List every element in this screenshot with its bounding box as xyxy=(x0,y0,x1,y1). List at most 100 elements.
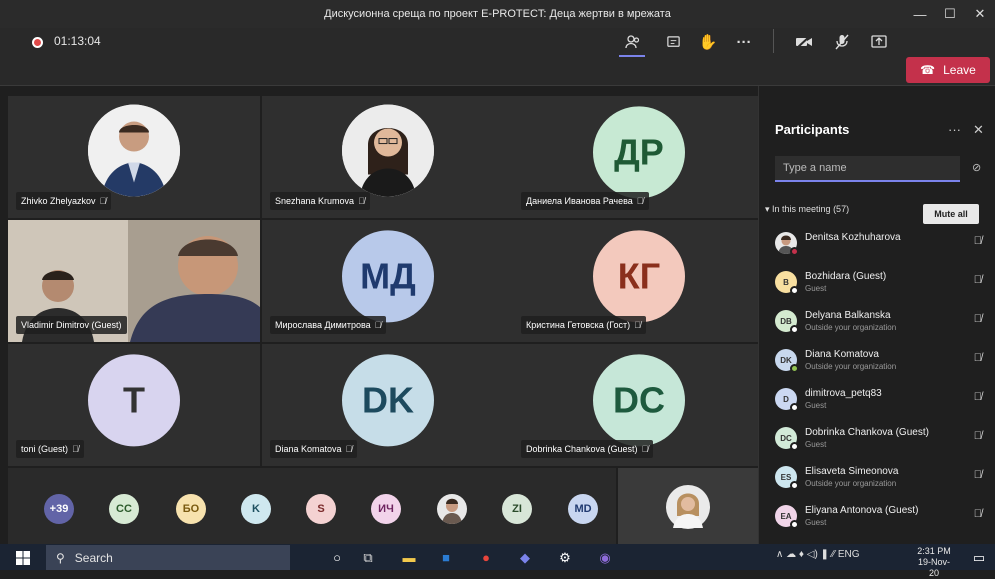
avatar: DC xyxy=(593,354,685,447)
participant-tile[interactable]: Snezhana Krumova 🎙̸ xyxy=(262,96,514,218)
avatar: T xyxy=(88,354,180,447)
avatar: КГ xyxy=(593,230,685,323)
minimize-button[interactable]: — xyxy=(905,0,935,28)
mic-off-icon: 🎙̸ xyxy=(374,320,382,330)
participant-photo xyxy=(342,104,434,197)
search-icon: ⚲ xyxy=(56,550,65,565)
mic-off-icon: 🎙̸ xyxy=(72,444,79,454)
active-tab-indicator xyxy=(619,55,645,57)
viber-icon[interactable]: ◉ xyxy=(596,549,614,566)
participant-chip[interactable]: MD xyxy=(568,494,598,524)
windows-start-icon[interactable] xyxy=(14,549,32,566)
participant-row[interactable]: D dimitrova_petq83 Guest 🎙̸ xyxy=(775,382,990,418)
participant-tile[interactable]: DC Dobrinka Chankova (Guest) 🎙̸ xyxy=(513,344,765,466)
mic-off-icon: 🎙̸ xyxy=(973,352,982,364)
file-explorer-icon[interactable]: ▬ xyxy=(400,549,418,566)
mic-off-icon: 🎙̸ xyxy=(973,391,982,403)
name-tag: Snezhana Krumova 🎙̸ xyxy=(270,192,370,210)
participant-row[interactable]: DC Dobrinka Chankova (Guest) Guest 🎙̸ xyxy=(775,421,990,457)
notification-icon[interactable]: ▭ xyxy=(970,549,988,566)
participant-tile[interactable]: T toni (Guest) 🎙̸ xyxy=(8,344,260,466)
participant-photo-chip[interactable] xyxy=(437,494,467,524)
presence-icon xyxy=(790,442,799,451)
panel-close-button[interactable]: ✕ xyxy=(973,122,984,138)
mic-off-icon: 🎙̸ xyxy=(345,444,353,454)
mic-off-icon: 🎙̸ xyxy=(634,320,641,330)
name-tag: Кристина Гетовска (Гост) 🎙̸ xyxy=(521,316,646,334)
mic-off-icon: 🎙̸ xyxy=(358,196,365,206)
raise-hand-icon[interactable]: ✋ xyxy=(697,30,719,54)
presence-busy-icon xyxy=(790,247,799,256)
outlook-icon[interactable]: ■ xyxy=(437,549,455,566)
name-tag: Мирослава Димитрова 🎙̸ xyxy=(270,316,387,334)
name-tag: Zhivko Zhelyazkov 🎙̸ xyxy=(16,192,112,210)
camera-off-icon[interactable] xyxy=(791,30,817,54)
window-title: Дискусионна среща по проект E-PROTECT: Д… xyxy=(324,8,671,20)
participant-row[interactable]: DK Diana Komatova Outside your organizat… xyxy=(775,343,990,379)
taskbar-clock[interactable]: 2:31 PM 19-Nov-20 xyxy=(914,546,954,579)
cortana-icon[interactable]: ○ xyxy=(328,549,346,566)
participant-row[interactable]: Denitsa Kozhuharova 🎙̸ xyxy=(775,226,990,262)
participant-search-input[interactable]: Type a name xyxy=(775,156,960,182)
presence-icon xyxy=(790,325,799,334)
maximize-button[interactable]: ☐ xyxy=(935,0,965,28)
participant-chip[interactable]: S xyxy=(306,494,336,524)
participant-row[interactable]: DB Delyana Balkanska Outside your organi… xyxy=(775,304,990,340)
mic-off-icon: 🎙̸ xyxy=(973,430,982,442)
panel-title: Participants xyxy=(775,122,850,137)
close-window-button[interactable]: ✕ xyxy=(965,0,995,28)
participants-icon[interactable] xyxy=(622,30,644,54)
more-actions-icon[interactable]: ··· xyxy=(733,30,755,54)
leave-button[interactable]: ☎ Leave xyxy=(906,57,990,83)
task-view-icon[interactable]: ⧉ xyxy=(359,549,377,566)
presence-available-icon xyxy=(790,364,799,373)
participant-tile[interactable]: МД Мирослава Димитрова 🎙̸ xyxy=(262,220,514,342)
avatar: DK xyxy=(342,354,434,447)
participant-row[interactable]: B Bozhidara (Guest) Guest 🎙̸ xyxy=(775,265,990,301)
participant-chip[interactable]: K xyxy=(241,494,271,524)
chrome-icon[interactable]: ● xyxy=(477,549,495,566)
participant-chip[interactable]: CC xyxy=(109,494,139,524)
teams-icon[interactable]: ◆ xyxy=(516,549,534,566)
meeting-timer: 01:13:04 xyxy=(54,34,101,48)
mic-off-icon: 🎙̸ xyxy=(641,444,649,454)
settings-gear-icon[interactable]: ⚙ xyxy=(556,549,574,566)
mic-off-icon: 🎙̸ xyxy=(973,469,982,481)
name-tag: toni (Guest) 🎙̸ xyxy=(16,440,84,458)
system-tray[interactable]: ∧ ☁ ♦ ◁) ❚ ⁄⁄ ENG xyxy=(776,549,860,560)
participant-tile[interactable]: ДР Даниела Иванова Рачева 🎙̸ xyxy=(513,96,765,218)
toolbar-divider xyxy=(773,29,774,53)
mute-all-button[interactable]: Mute all xyxy=(923,204,979,224)
mic-off-icon: 🎙̸ xyxy=(973,235,982,247)
taskbar-search-input[interactable]: ⚲ Search xyxy=(46,545,290,570)
recording-icon xyxy=(32,37,43,48)
presence-icon xyxy=(790,481,799,490)
presence-icon xyxy=(790,286,799,295)
participant-photo xyxy=(88,104,180,197)
avatar: ДР xyxy=(593,106,685,199)
more-participants-chip[interactable]: +39 xyxy=(44,494,74,524)
participant-video-tile[interactable]: Vladimir Dimitrov (Guest) xyxy=(8,220,260,342)
meeting-section-header[interactable]: ▾ In this meeting (57) xyxy=(765,204,849,215)
participant-tile[interactable]: Zhivko Zhelyazkov 🎙̸ xyxy=(8,96,260,218)
share-screen-icon[interactable] xyxy=(866,30,892,54)
mic-off-icon: 🎙̸ xyxy=(99,196,107,206)
participant-chip[interactable]: БО xyxy=(176,494,206,524)
name-tag: Vladimir Dimitrov (Guest) xyxy=(16,316,127,334)
participant-chip[interactable]: ИЧ xyxy=(371,494,401,524)
participant-tile[interactable]: КГ Кристина Гетовска (Гост) 🎙̸ xyxy=(513,220,765,342)
mic-off-icon: 🎙̸ xyxy=(636,196,644,206)
mic-off-icon: 🎙̸ xyxy=(973,508,982,520)
participant-tile[interactable]: DK Diana Komatova 🎙̸ xyxy=(262,344,514,466)
participant-row[interactable]: ES Elisaveta Simeonova Outside your orga… xyxy=(775,460,990,496)
participant-chip[interactable]: ZI xyxy=(502,494,532,524)
panel-more-button[interactable]: ··· xyxy=(948,122,961,137)
share-invite-icon[interactable]: ⊘ xyxy=(972,161,981,174)
avatar: МД xyxy=(342,230,434,323)
participants-panel: Participants ··· ✕ Type a name ⊘ ▾ In th… xyxy=(758,86,995,544)
participant-row[interactable]: EA Eliyana Antonova (Guest) Guest 🎙̸ xyxy=(775,499,990,535)
chat-icon[interactable] xyxy=(662,30,684,54)
mic-off-icon[interactable] xyxy=(829,30,855,54)
self-view[interactable] xyxy=(618,468,758,544)
title-bar: Дискусионна среща по проект E-PROTECT: Д… xyxy=(0,0,995,28)
